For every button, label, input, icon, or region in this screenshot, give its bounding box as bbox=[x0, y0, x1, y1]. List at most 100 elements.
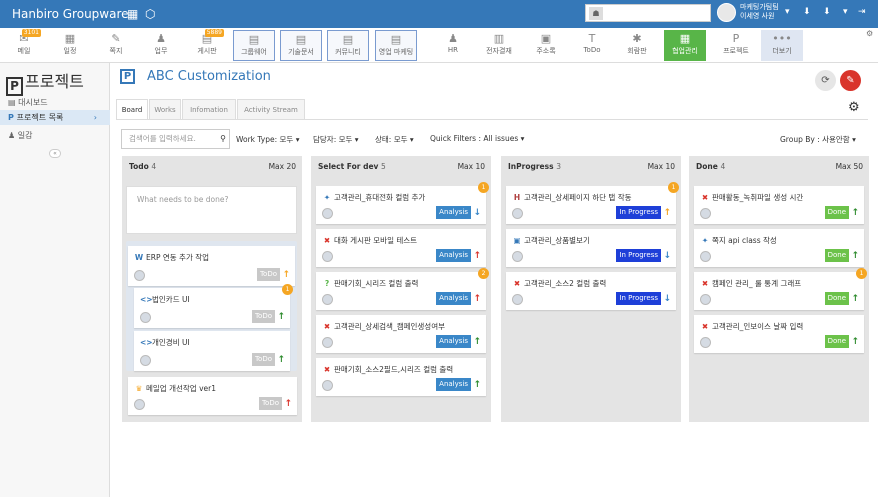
task-card[interactable]: <>법인카드 UI ↑ ToDo 1 bbox=[134, 284, 293, 328]
task-card[interactable]: ✖ 판매기회_소스2필드,시리즈 컬럼 출력 ↑ Analysis bbox=[316, 358, 486, 396]
status-badge[interactable]: ToDo bbox=[251, 353, 275, 366]
download-alt-icon[interactable]: ⬇ bbox=[823, 7, 831, 17]
board-search-input[interactable]: 검색어를 입력하세요. ⚲ bbox=[121, 129, 230, 149]
assignee-avatar[interactable] bbox=[140, 355, 151, 366]
task-card[interactable]: ✖ 고객관리_상세검색_캠페인생성여부 ↑ Analysis bbox=[316, 315, 486, 353]
assignee-avatar[interactable] bbox=[512, 251, 523, 262]
status-badge[interactable]: Analysis bbox=[436, 206, 471, 219]
assignee-avatar[interactable] bbox=[140, 312, 151, 323]
menu-item[interactable]: ▤ 영업 마케팅 bbox=[375, 30, 417, 61]
status-badge[interactable]: Analysis bbox=[436, 378, 471, 391]
task-card[interactable]: W ERP 연동 추가 작업 ↑ ToDo bbox=[128, 246, 295, 286]
assignee-avatar[interactable] bbox=[512, 294, 523, 305]
settings-icon[interactable]: ⚙ bbox=[866, 29, 873, 38]
edit-icon[interactable]: ✎ bbox=[840, 70, 861, 91]
assignee-avatar[interactable] bbox=[512, 208, 523, 219]
assignee-avatar[interactable] bbox=[700, 251, 711, 262]
top-search-input[interactable]: ☗ bbox=[585, 4, 711, 22]
search-icon[interactable]: ⚲ bbox=[220, 130, 226, 148]
assignee-avatar[interactable] bbox=[700, 337, 711, 348]
status-badge[interactable]: ToDo bbox=[258, 397, 282, 410]
tab-activity-stream[interactable]: Activity Stream bbox=[237, 99, 305, 119]
status-badge[interactable]: Analysis bbox=[436, 292, 471, 305]
download-icon[interactable]: ⬇ bbox=[803, 7, 811, 17]
menu-item[interactable]: ▤ 게시판 5889 bbox=[186, 29, 228, 61]
more-icon[interactable]: ▾ bbox=[843, 7, 848, 17]
menu-item[interactable]: ▣ 주소록 bbox=[525, 30, 567, 61]
sidebar-collapse-button[interactable]: « bbox=[49, 149, 61, 158]
menu-item[interactable]: ▤ 커뮤니티 bbox=[327, 30, 369, 61]
assignee-avatar[interactable] bbox=[322, 294, 333, 305]
task-card[interactable]: ♛ 메일업 개선작업 ver1 ↑ ToDo bbox=[128, 377, 297, 415]
menu-item[interactable]: ••• 더보기 bbox=[761, 30, 803, 61]
main-content: P ABC Customization ⟳ ✎ Board Works Info… bbox=[110, 63, 878, 497]
status-badge[interactable]: ToDo bbox=[251, 310, 275, 323]
assignee-avatar[interactable] bbox=[322, 251, 333, 262]
menu-item[interactable]: ✎ 쪽지 bbox=[95, 30, 137, 61]
task-card[interactable]: ✖ 캠페인 관리_ 룰 통계 그래프 ↑ Done 1 bbox=[694, 268, 867, 310]
sidebar-item-project-list[interactable]: P 프로젝트 목록 › bbox=[0, 110, 110, 125]
gear-icon[interactable]: ⚙ bbox=[848, 100, 860, 115]
status-badge[interactable]: Analysis bbox=[436, 249, 471, 262]
status-badge[interactable]: Done bbox=[824, 206, 849, 219]
user-avatar[interactable] bbox=[717, 3, 736, 22]
task-card[interactable]: ✖ 판매활동_녹취파일 생성 시간 ↑ Done bbox=[694, 186, 864, 224]
chevron-down-icon[interactable]: ▾ bbox=[785, 7, 790, 17]
status-badge[interactable]: In Progress bbox=[616, 206, 661, 219]
menu-item[interactable]: ♟ HR bbox=[432, 30, 474, 61]
assignee-avatar[interactable] bbox=[322, 208, 333, 219]
task-card[interactable]: <>개인경비 UI ↑ ToDo bbox=[134, 331, 290, 371]
assignee-avatar[interactable] bbox=[134, 399, 145, 410]
menu-item[interactable]: ▥ 전자결재 bbox=[478, 30, 520, 61]
menu-item[interactable]: ▤ 기술문서 bbox=[280, 30, 322, 61]
sidebar-item-tasks[interactable]: ♟ 일감 bbox=[0, 128, 110, 143]
tab-infomation[interactable]: Infomation bbox=[182, 99, 236, 119]
task-card[interactable]: ✦ 쪽지 api class 작성 ↑ Done bbox=[694, 229, 864, 267]
tab-board[interactable]: Board bbox=[116, 99, 148, 120]
status-badge[interactable]: ToDo bbox=[256, 268, 280, 281]
menu-item[interactable]: ▦ 협업관리 bbox=[664, 30, 706, 61]
assignee-avatar[interactable] bbox=[700, 294, 711, 305]
app-logo[interactable]: Hanbiro Groupware bbox=[12, 7, 129, 21]
status-badge[interactable]: In Progress bbox=[616, 249, 661, 262]
status-badge[interactable]: Done bbox=[824, 335, 849, 348]
task-card[interactable]: ✦ 고객관리_휴대전화 컬럼 추가 ↓ Analysis 1 bbox=[316, 182, 489, 224]
task-card[interactable]: ✖ 고객관리_소스2 컬럼 출력 ↓ In Progress bbox=[506, 272, 676, 310]
status-filter[interactable]: 상태: 모두 ▾ bbox=[375, 134, 414, 145]
work-type-filter[interactable]: Work Type: 모두 ▾ bbox=[236, 134, 299, 145]
task-card[interactable]: ✖ 대화 게시판 모바일 테스트 ↑ Analysis bbox=[316, 229, 486, 267]
shield-icon[interactable]: ⬡ bbox=[145, 7, 159, 21]
menu-item[interactable]: P 프로젝트 bbox=[715, 30, 757, 61]
task-title-row: ✖ 고객관리_소스2 컬럼 출력 bbox=[512, 278, 606, 289]
user-info[interactable]: 마케팅가팀팀 이세영 사원 bbox=[740, 3, 779, 21]
menu-item[interactable]: ▦ 일정 bbox=[49, 30, 91, 61]
assignee-filter[interactable]: 담당자: 모두 ▾ bbox=[313, 134, 359, 145]
group-by-filter[interactable]: Group By : 사용안함 ▾ bbox=[780, 134, 856, 145]
menu-item[interactable]: T ToDo bbox=[571, 30, 613, 61]
status-badge[interactable]: In Progress bbox=[616, 292, 661, 305]
menu-item[interactable]: ♟ 업무 bbox=[140, 30, 182, 61]
sidebar-item-dashboard[interactable]: ▤ 대시보드 bbox=[0, 95, 110, 110]
status-badge[interactable]: Done bbox=[824, 249, 849, 262]
menu-item[interactable]: ✱ 회람판 bbox=[616, 30, 658, 61]
new-task-input[interactable]: What needs to be done? bbox=[126, 186, 297, 234]
refresh-icon[interactable]: ⟳ bbox=[815, 70, 836, 91]
task-card[interactable]: ? 판매기회_시리즈 컬럼 출력 ↑ Analysis 2 bbox=[316, 268, 489, 310]
assignee-avatar[interactable] bbox=[322, 380, 333, 391]
people-icon[interactable]: ☗ bbox=[589, 7, 603, 20]
quick-filter[interactable]: Quick Filters : All issues ▾ bbox=[430, 134, 524, 143]
assignee-avatar[interactable] bbox=[134, 270, 145, 281]
task-card[interactable]: H 고객관리_상세페이지 하단 탭 작동 ↑ In Progress 1 bbox=[506, 182, 679, 224]
tab-works[interactable]: Works bbox=[149, 99, 181, 119]
menu-item[interactable]: ▤ 그룹웨어 bbox=[233, 30, 275, 61]
status-badge[interactable]: Done bbox=[824, 292, 849, 305]
task-card[interactable]: ✖ 고객관리_인보이스 날짜 입력 ↑ Done bbox=[694, 315, 864, 353]
status-badge[interactable]: Analysis bbox=[436, 335, 471, 348]
task-card[interactable]: ▣ 고객관리_상품별보기 ↓ In Progress bbox=[506, 229, 676, 267]
grid-icon[interactable]: ▦ bbox=[127, 7, 141, 21]
logout-icon[interactable]: ⇥ bbox=[858, 7, 866, 17]
assignee-avatar[interactable] bbox=[700, 208, 711, 219]
menu-label: 메일 bbox=[17, 47, 31, 55]
menu-item[interactable]: ✉ 메일 3101 bbox=[3, 29, 45, 61]
assignee-avatar[interactable] bbox=[322, 337, 333, 348]
